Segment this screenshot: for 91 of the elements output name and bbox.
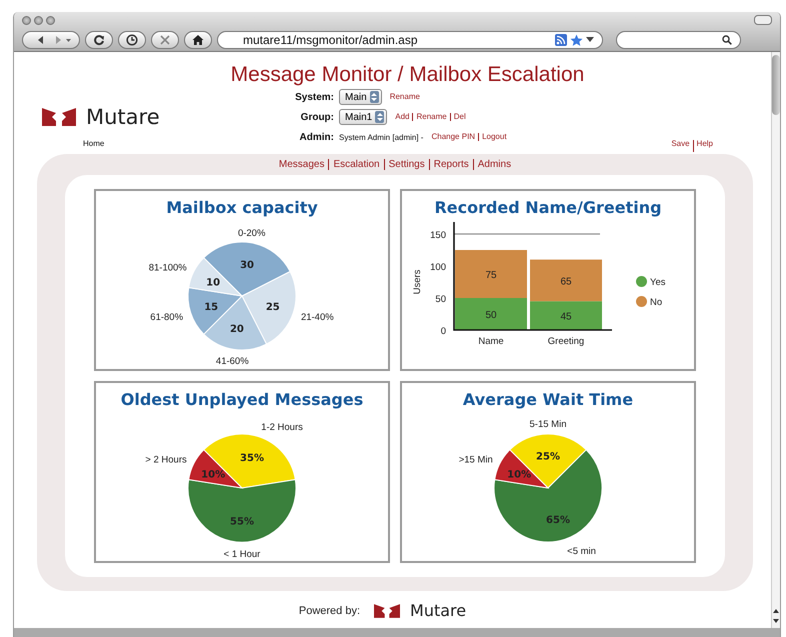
category-label: Greeting	[548, 336, 584, 347]
stepper-icon	[370, 91, 379, 103]
value-label: 65	[560, 276, 572, 288]
stop-button[interactable]	[151, 31, 179, 49]
tick-label: 0	[440, 326, 446, 337]
category-label: 21-40%	[300, 312, 334, 324]
category-label: <5 min	[567, 546, 596, 557]
history-button[interactable]	[118, 31, 146, 49]
search-field[interactable]	[616, 31, 741, 49]
toolbar-toggle-button[interactable]	[754, 15, 772, 25]
page-title: Message Monitor / Mailbox Escalation	[230, 62, 586, 88]
value-label: 25%	[536, 452, 560, 463]
category-label: 5-15 Min	[530, 419, 566, 430]
axis-label: Users	[412, 270, 423, 294]
field-label: System:	[294, 92, 334, 102]
close-icon	[159, 34, 171, 46]
nav-link[interactable]: Messages	[274, 159, 328, 170]
value-label: 10	[206, 277, 220, 288]
house-icon	[192, 34, 204, 46]
value-label: 55%	[230, 516, 254, 528]
nav-link[interactable]: Escalation	[328, 159, 384, 170]
value-label: 45	[560, 312, 572, 323]
search-icon	[722, 35, 732, 45]
mutare-logo-icon	[374, 604, 400, 618]
tick-label: 150	[430, 230, 446, 241]
category-label: 41-60%	[216, 356, 249, 368]
dropdown[interactable]: Main1	[339, 109, 388, 125]
category-label: 1-2 Hours	[261, 422, 303, 434]
scrollbar[interactable]	[771, 52, 780, 628]
category-label: < 1 Hour	[224, 549, 260, 560]
value-label: 35%	[240, 453, 264, 464]
chart-title: Mailbox capacity	[166, 198, 318, 219]
scroll-thumb[interactable]	[772, 55, 780, 115]
category-label: Name	[478, 336, 504, 347]
mutare-logo-icon	[42, 108, 76, 126]
nav-link[interactable]: Settings	[384, 159, 429, 170]
tick-label: 50	[435, 294, 446, 305]
category-label: >15 Min	[458, 454, 493, 466]
value-label: 30	[240, 260, 254, 271]
chart-title: Average Wait Time	[462, 390, 634, 411]
close-window-button[interactable]	[22, 16, 31, 24]
minimize-window-button[interactable]	[34, 16, 43, 24]
link[interactable]: Del	[450, 112, 469, 122]
chart-title: Oldest Unplayed Messages	[120, 390, 364, 411]
value-label: 10%	[201, 469, 226, 480]
value-label: 50	[485, 310, 497, 321]
nav-link[interactable]: Admins	[472, 159, 516, 170]
value-label: 65%	[546, 514, 570, 526]
zoom-window-button[interactable]	[46, 16, 55, 24]
dropdown[interactable]: Main	[339, 89, 382, 105]
tick-label: 100	[430, 262, 446, 273]
category-label: > 2 Hours	[145, 454, 187, 466]
reload-icon	[93, 34, 105, 46]
value-label: 20	[230, 324, 244, 335]
link[interactable]: Add	[392, 112, 412, 122]
link[interactable]: Rename	[412, 112, 450, 122]
nav-link[interactable]: Reports	[428, 159, 473, 170]
scroll-arrows-icon[interactable]	[772, 607, 780, 625]
home-button[interactable]	[184, 31, 212, 49]
legend-label: No	[650, 297, 662, 308]
chart-title: Recorded Name/Greeting	[434, 198, 662, 219]
link[interactable]: Logout	[478, 132, 510, 142]
legend-label: Yes	[650, 277, 666, 288]
admin-name: System Admin [admin] -	[339, 132, 424, 142]
stepper-icon	[375, 111, 384, 123]
field-label: Admin:	[298, 132, 334, 142]
link[interactable]: Help	[692, 140, 716, 152]
clock-icon	[126, 34, 138, 46]
value-label: 25	[266, 302, 280, 313]
link[interactable]: Save	[668, 140, 693, 152]
value-label: 75	[485, 270, 497, 281]
field-label: Group:	[300, 112, 334, 122]
link[interactable]: Change PIN	[428, 132, 478, 142]
star-icon[interactable]	[570, 34, 583, 46]
url-text: mutare11/msgmonitor/admin.asp	[243, 33, 419, 47]
logo-text: Mutare	[86, 105, 160, 129]
value-label: 10%	[507, 469, 532, 480]
caret-icon[interactable]	[586, 37, 594, 43]
back-forward-button[interactable]	[22, 31, 80, 49]
category-label: 81-100%	[148, 262, 187, 274]
category-label: 61-80%	[150, 312, 184, 324]
pie-slice	[203, 296, 267, 350]
logo-text: Mutare	[410, 601, 466, 620]
rss-icon[interactable]	[555, 34, 567, 46]
category-label: 0-20%	[238, 228, 266, 239]
reload-button[interactable]	[85, 31, 113, 49]
powered-by-label: Powered by:	[298, 604, 360, 616]
address-field[interactable]: mutare11/msgmonitor/admin.asp	[217, 31, 603, 49]
link[interactable]: Rename	[386, 92, 423, 102]
link[interactable]: Home	[80, 140, 108, 152]
value-label: 15	[204, 302, 218, 313]
